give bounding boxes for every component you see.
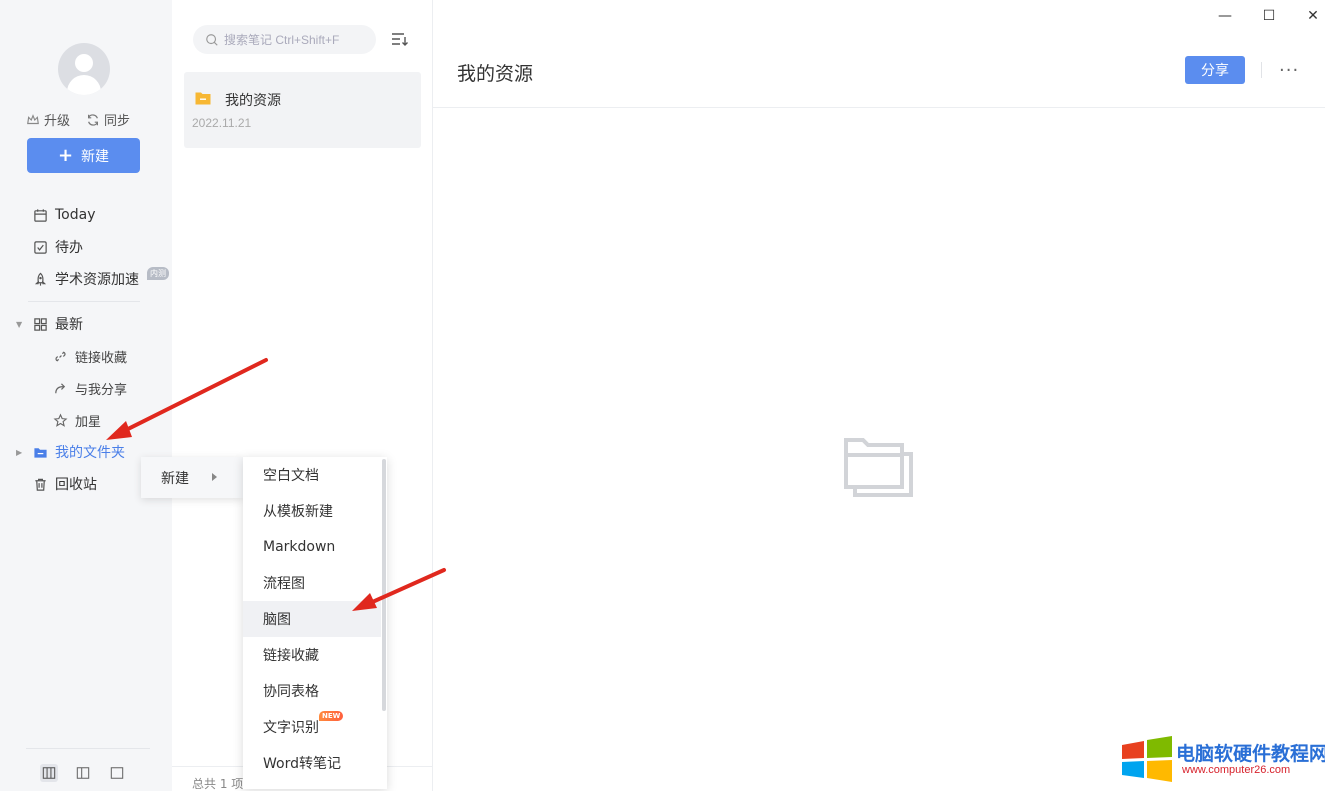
link-icon: [55, 351, 66, 361]
upgrade-button[interactable]: 升级: [26, 110, 70, 129]
new-button-label: 新建: [81, 148, 110, 165]
item-count: 总共 1 项: [192, 777, 244, 791]
window-controls: — ☐ ✕: [1203, 6, 1325, 26]
sidebar-item-label: 链接收藏: [75, 350, 128, 366]
layout-switcher: [40, 764, 126, 782]
header-separator: [1261, 62, 1262, 78]
menu-item-flowchart[interactable]: 流程图: [243, 565, 381, 601]
page-title: 我的资源: [457, 63, 534, 85]
sidebar-item-label: 待办: [55, 240, 83, 256]
sidebar-item-starred[interactable]: 加星: [53, 409, 101, 431]
menu-item-label: 文字识别: [263, 720, 319, 736]
header-divider: [433, 107, 1325, 108]
sidebar-item-label: 与我分享: [75, 382, 128, 398]
menu-item-markdown[interactable]: Markdown: [243, 529, 381, 565]
menu-item-mindmap[interactable]: 脑图: [243, 601, 381, 637]
sidebar: 升级 同步 + 新建 Today 待办 学术资源加速 内测 ▼ 最新 链接收藏 …: [0, 0, 172, 791]
folder-icon: [195, 92, 211, 105]
sidebar-item-label: 我的文件夹: [55, 445, 125, 461]
sidebar-item-label: 加星: [75, 414, 102, 430]
watermark-url: www.computer26.com: [1182, 764, 1291, 776]
sidebar-item-shared[interactable]: 与我分享: [53, 377, 127, 399]
upgrade-label: 升级: [44, 114, 71, 129]
two-column-layout-button[interactable]: [74, 764, 92, 782]
close-button[interactable]: ✕: [1291, 6, 1325, 26]
sidebar-item-links[interactable]: 链接收藏: [53, 345, 127, 367]
context-menu-new[interactable]: 新建: [141, 457, 243, 498]
sidebar-bottom-divider: [26, 748, 150, 749]
empty-folder-icon: [844, 438, 913, 497]
share-arrow-icon: [55, 382, 66, 393]
three-column-layout-button[interactable]: [40, 764, 58, 782]
note-list-item[interactable]: 我的资源 2022.11.21: [184, 72, 421, 148]
maximize-button[interactable]: ☐: [1247, 6, 1291, 26]
three-column-icon: [42, 767, 56, 779]
submenu-arrow-icon: [212, 473, 217, 481]
watermark-title: 电脑软硬件教程网: [1176, 743, 1325, 765]
menu-item-from-template[interactable]: 从模板新建: [243, 493, 381, 529]
rocket-icon: [34, 272, 47, 286]
note-title: 我的资源: [225, 93, 281, 109]
windows-logo-icon: [1122, 736, 1172, 782]
avatar[interactable]: [58, 43, 110, 95]
menu-item-collab-sheet[interactable]: 协同表格: [243, 673, 381, 709]
collapse-caret-icon[interactable]: ▶: [16, 448, 22, 457]
expand-caret-icon[interactable]: ▼: [16, 320, 22, 329]
more-options-button[interactable]: ···: [1279, 60, 1299, 81]
account-actions: 升级 同步: [26, 110, 130, 129]
trash-icon: [35, 478, 46, 491]
sort-icon[interactable]: [391, 31, 409, 47]
sync-label: 同步: [104, 114, 131, 129]
plus-icon: +: [57, 144, 74, 166]
sidebar-item-label: Today: [55, 207, 96, 223]
crown-icon: [27, 113, 39, 124]
context-menu-new-label: 新建: [161, 470, 189, 487]
search-box[interactable]: [193, 25, 376, 54]
sidebar-item-label: 学术资源加速: [55, 272, 139, 288]
menu-item-ocr[interactable]: 文字识别 NEW: [243, 709, 381, 745]
sidebar-item-todo[interactable]: 待办: [33, 236, 83, 258]
sidebar-item-academic[interactable]: 学术资源加速: [33, 268, 139, 290]
main-content: — ☐ ✕ 我的资源 分享 ···: [433, 0, 1325, 791]
submenu-scrollbar[interactable]: [382, 459, 386, 711]
menu-item-word-to-note[interactable]: Word转笔记: [243, 745, 381, 781]
folder-icon: [34, 447, 47, 458]
search-icon: [206, 33, 218, 46]
calendar-icon: [34, 208, 47, 222]
sidebar-item-label: 回收站: [55, 477, 97, 493]
single-column-icon: [110, 767, 124, 779]
sidebar-item-trash[interactable]: 回收站: [33, 473, 97, 495]
menu-item-blank-doc[interactable]: 空白文档: [243, 457, 381, 493]
new-button[interactable]: + 新建: [27, 138, 140, 173]
sync-button[interactable]: 同步: [86, 110, 130, 129]
minimize-button[interactable]: —: [1203, 6, 1247, 26]
menu-item-link-bookmark[interactable]: 链接收藏: [243, 637, 381, 673]
sidebar-item-latest[interactable]: 最新: [33, 313, 83, 335]
sidebar-divider: [28, 301, 140, 302]
checkbox-icon: [34, 240, 47, 254]
sidebar-item-today[interactable]: Today: [33, 204, 96, 226]
sidebar-item-my-folder[interactable]: 我的文件夹: [33, 441, 125, 463]
two-column-icon: [76, 767, 90, 779]
new-badge: NEW: [319, 711, 344, 721]
sync-icon: [88, 113, 99, 126]
beta-badge: 内测: [147, 267, 169, 280]
sidebar-item-label: 最新: [55, 317, 83, 333]
grid-icon: [34, 317, 47, 331]
search-input[interactable]: [224, 32, 374, 47]
star-icon: [53, 413, 68, 427]
note-date: 2022.11.21: [192, 116, 252, 130]
single-column-layout-button[interactable]: [108, 764, 126, 782]
watermark: 电脑软硬件教程网 www.computer26.com: [1120, 731, 1325, 785]
share-button[interactable]: 分享: [1185, 56, 1245, 84]
submenu-new: 空白文档 从模板新建 Markdown 流程图 脑图 链接收藏 协同表格 文字识…: [243, 457, 387, 789]
